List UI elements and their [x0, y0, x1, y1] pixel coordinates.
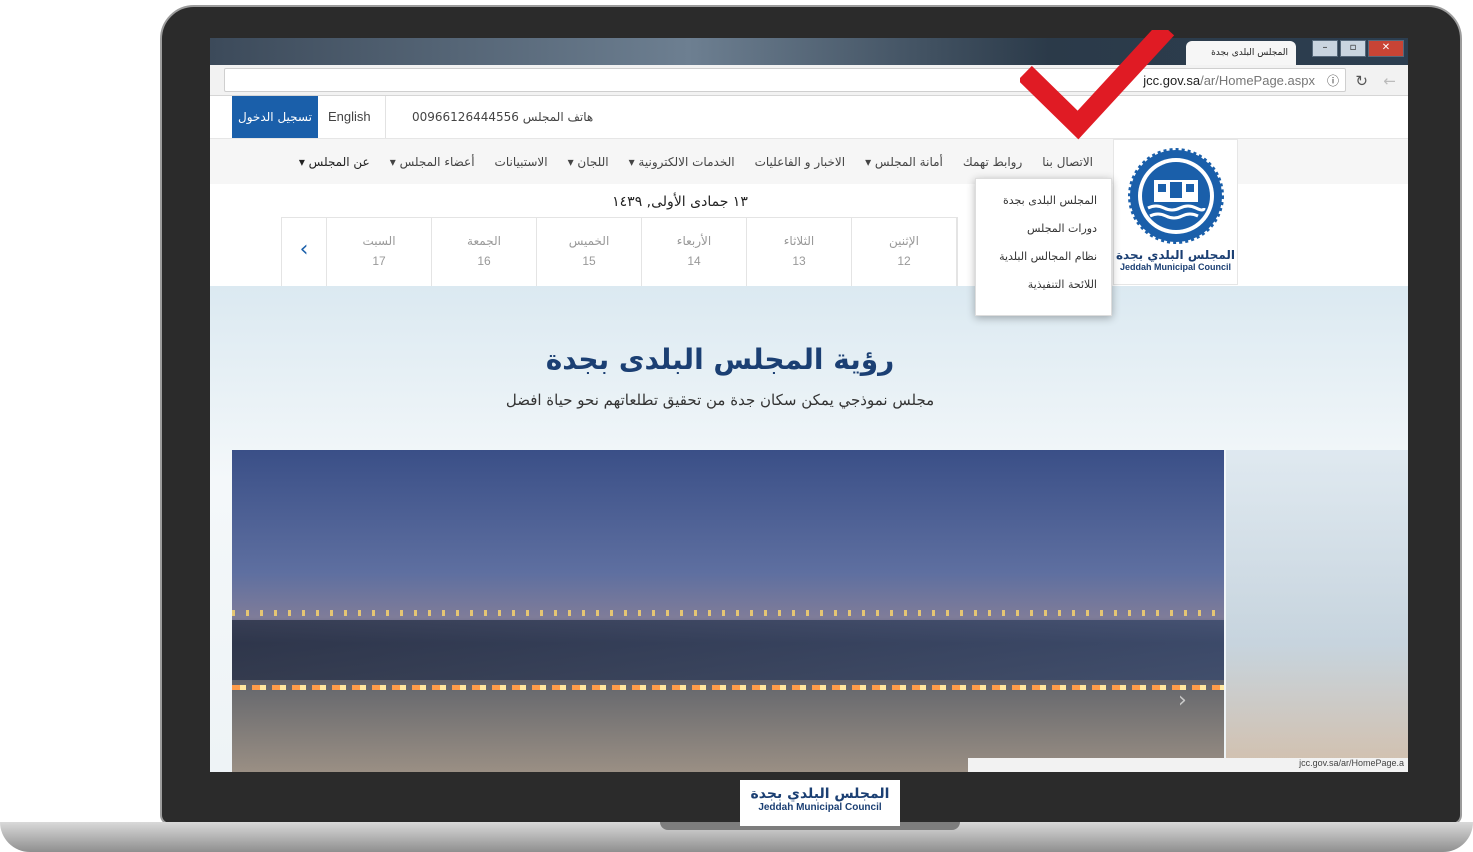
nav-item-members[interactable]: أعضاء المجلس ▾: [380, 155, 485, 169]
nav-item-secretariat[interactable]: أمانة المجلس ▾: [855, 155, 953, 169]
nav-item-committees[interactable]: اللجان ▾: [558, 155, 619, 169]
back-icon[interactable]: ←: [1383, 72, 1396, 90]
bezel-logo: المجلس البلدي بجدة Jeddah Municipal Coun…: [740, 780, 900, 826]
sea-strip: [232, 620, 1224, 680]
background-city-image: [1226, 450, 1408, 772]
day-number: 17: [372, 254, 386, 268]
dropdown-item-council[interactable]: المجلس البلدى بجدة: [976, 187, 1111, 215]
status-bar-url: jcc.gov.sa/ar/HomePage.a: [968, 758, 1408, 772]
road-lights: [232, 685, 1224, 690]
day-cell[interactable]: الجمعة 16: [432, 218, 537, 286]
english-link[interactable]: English: [328, 96, 386, 138]
dropdown-item-sessions[interactable]: دورات المجلس: [976, 215, 1111, 243]
dropdown-item-system[interactable]: نظام المجالس البلدية: [976, 243, 1111, 271]
vision-title: رؤية المجلس البلدى بجدة: [545, 343, 895, 376]
day-number: 13: [792, 254, 806, 268]
day-name: الجمعة: [467, 234, 501, 248]
address-bar: jcc.gov.sa/ar/HomePage.aspx ⓘ ↻ ←: [210, 65, 1408, 96]
browser-tab[interactable]: المجلس البلدى بجدة: [1186, 41, 1296, 65]
url-path: /ar/HomePage.aspx: [1200, 73, 1315, 88]
day-number: 12: [897, 254, 911, 268]
city-lights: [232, 610, 1224, 616]
hero-slider-image[interactable]: [232, 450, 1224, 772]
info-icon[interactable]: ⓘ: [1327, 72, 1339, 89]
nav-item-about[interactable]: عن المجلس ▾: [289, 155, 380, 169]
site-topbar: تسجيل الدخول English هاتف المجلس 0096612…: [210, 96, 1408, 139]
hijri-date: ١٣ جمادى الأولى, ١٤٣٩: [612, 194, 748, 210]
nav-item-contact[interactable]: الاتصال بنا: [1032, 155, 1103, 169]
browser-titlebar: المجلس البلدى بجدة – ▫ ✕: [210, 38, 1408, 65]
screen: المجلس البلدى بجدة – ▫ ✕ jcc.gov.sa/ar/H…: [210, 38, 1408, 772]
red-checkmark-icon: [1020, 30, 1175, 140]
day-cell[interactable]: الثلاثاء 13: [747, 218, 852, 286]
minimize-icon[interactable]: –: [1312, 40, 1338, 57]
day-name: الأربعاء: [676, 234, 712, 248]
nav-item-eservices[interactable]: الخدمات الالكترونية ▾: [619, 155, 745, 169]
council-phone: هاتف المجلس 00966126444556: [412, 110, 594, 124]
day-number: 16: [477, 254, 491, 268]
logo-text-en: Jeddah Municipal Council: [1119, 262, 1231, 272]
day-cell[interactable]: الخميس 15: [537, 218, 642, 286]
dropdown-item-regulations[interactable]: اللائحة التنفيذية: [976, 271, 1111, 299]
council-seal-icon: [1127, 148, 1224, 244]
bezel-logo-ar: المجلس البلدي بجدة: [750, 786, 890, 802]
day-name: الخميس: [568, 234, 610, 248]
day-strip: ‹ السبت 17 الجمعة 16 الخميس 15 الأربعاء 14 ا…: [281, 217, 958, 287]
site-logo[interactable]: المجلس البلدي بجدة Jeddah Municipal Coun…: [1113, 139, 1238, 285]
about-dropdown-menu: المجلس البلدى بجدة دورات المجلس نظام الم…: [975, 178, 1112, 316]
tab-title: المجلس البلدى بجدة: [1211, 48, 1288, 58]
vision-subtitle: مجلس نموذجي يمكن سكان جدة من تحقيق تطلعا…: [505, 391, 935, 409]
window-controls: – ▫ ✕: [1312, 40, 1404, 57]
day-cell[interactable]: الإثنين 12: [852, 218, 957, 286]
bezel-logo-en: Jeddah Municipal Council: [758, 802, 882, 813]
nav-item-links[interactable]: روابط تهمك: [953, 155, 1032, 169]
chevron-right-icon[interactable]: ›: [1178, 688, 1187, 713]
nav-item-surveys[interactable]: الاستبيانات: [485, 155, 558, 169]
day-number: 14: [687, 254, 701, 268]
logo-text-ar: المجلس البلدي بجدة: [1115, 248, 1236, 262]
chevron-left-icon[interactable]: ‹: [282, 218, 327, 286]
close-icon[interactable]: ✕: [1368, 40, 1404, 57]
maximize-icon[interactable]: ▫: [1340, 40, 1366, 57]
nav-item-news[interactable]: الاخبار و الفاعليات: [745, 155, 856, 169]
login-button[interactable]: تسجيل الدخول: [232, 96, 318, 138]
day-name: الثلاثاء: [783, 234, 815, 248]
day-name: الإثنين: [889, 234, 919, 248]
day-cell[interactable]: الأربعاء 14: [642, 218, 747, 286]
reload-icon[interactable]: ↻: [1355, 72, 1368, 90]
day-number: 15: [582, 254, 596, 268]
day-cell[interactable]: السبت 17: [327, 218, 432, 286]
day-name: السبت: [362, 234, 396, 248]
